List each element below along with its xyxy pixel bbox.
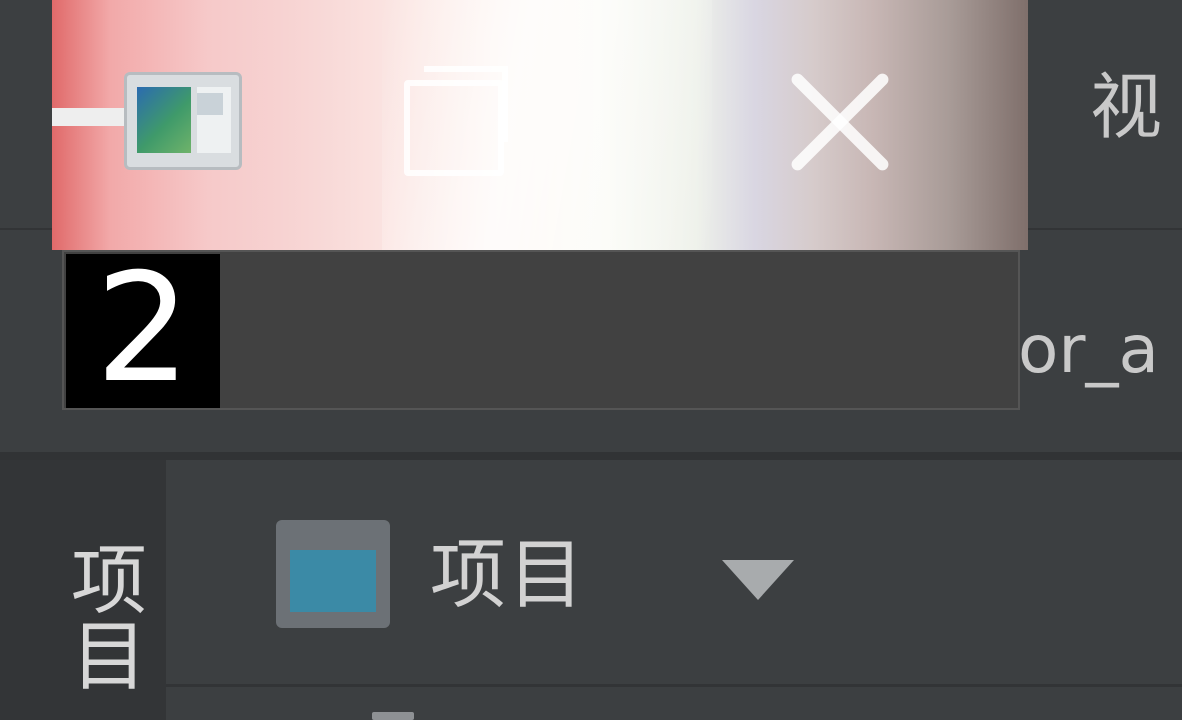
app-icon-panel <box>197 87 231 153</box>
project-view-selector[interactable]: 项目 <box>430 530 586 620</box>
project-tree <box>166 687 1182 720</box>
menu-item-view[interactable]: 视 <box>1090 62 1162 152</box>
restore-icon[interactable] <box>404 66 508 176</box>
preview-caption-bar[interactable]: 2 <box>62 250 1020 410</box>
close-icon[interactable] <box>780 62 900 182</box>
app-window-icon <box>124 72 242 170</box>
taskbar-window-preview[interactable] <box>52 0 1028 250</box>
divider <box>0 452 1182 460</box>
project-view-icon <box>276 520 390 628</box>
tool-window-button-project[interactable]: 项目 <box>52 540 147 692</box>
breadcrumb[interactable]: or_a <box>1018 310 1159 390</box>
dropdown-arrow-icon[interactable] <box>722 560 794 600</box>
window-number-badge: 2 <box>66 254 220 408</box>
app-icon-screen <box>137 87 191 153</box>
tree-node-icon[interactable] <box>372 712 414 720</box>
